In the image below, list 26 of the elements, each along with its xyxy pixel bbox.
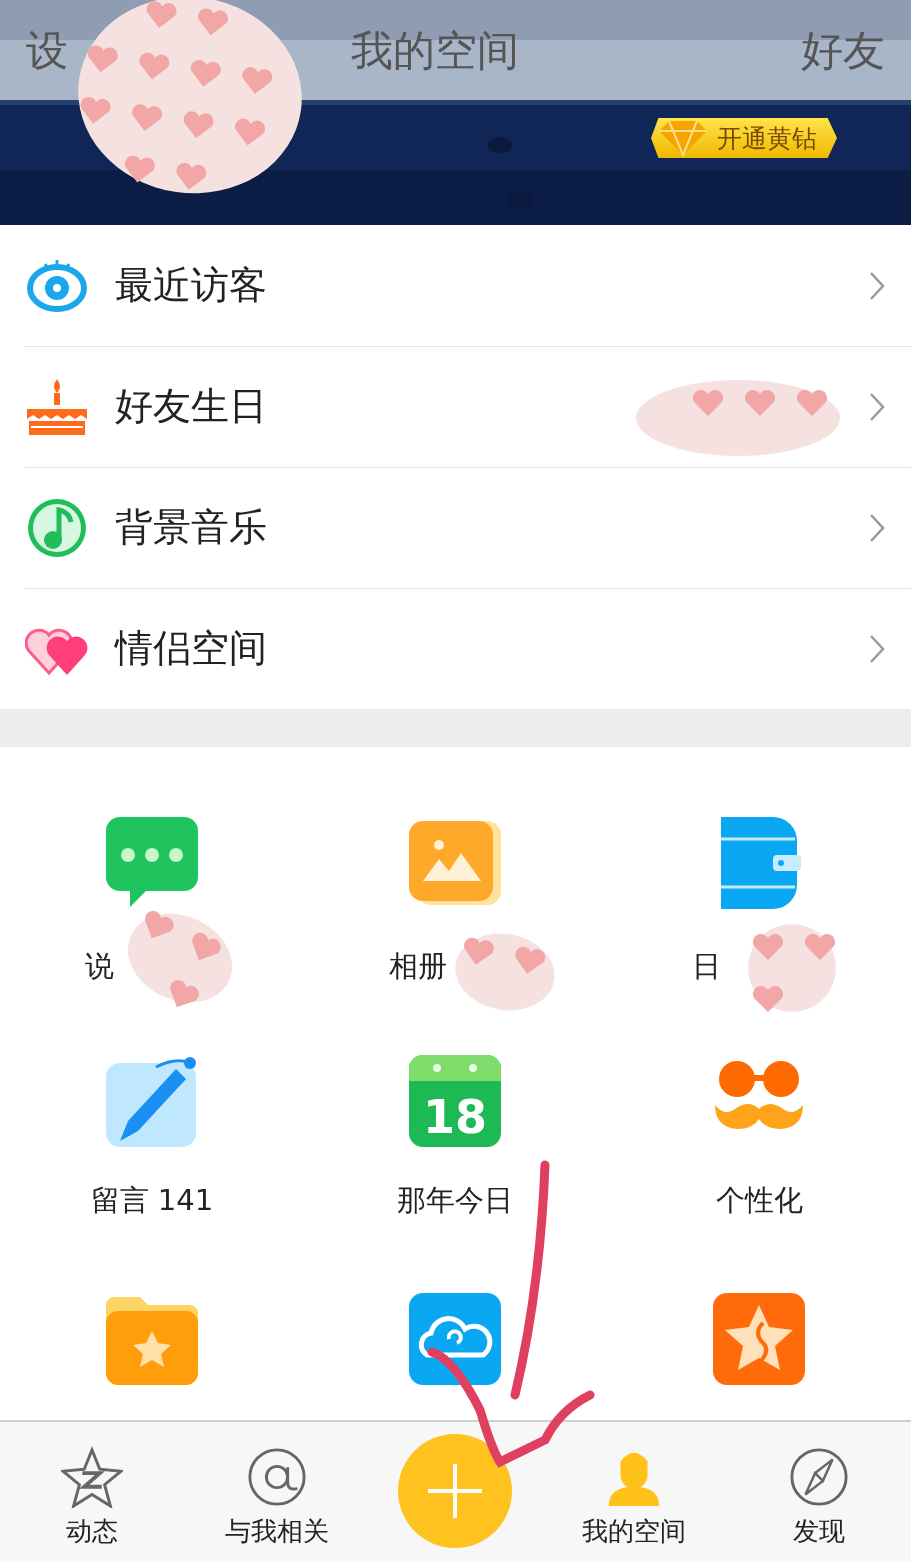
star-icon xyxy=(61,1446,124,1508)
settings-link[interactable]: 设 xyxy=(26,23,68,79)
nav-tab[interactable]: 与我相关 xyxy=(184,1422,370,1550)
menu-item[interactable]: 好友生日 xyxy=(115,381,868,432)
cloud-icon xyxy=(409,1293,502,1385)
pen-icon xyxy=(105,1055,198,1147)
nav-tab[interactable]: 我的空间 xyxy=(541,1422,727,1550)
feature-label[interactable]: 个性化 xyxy=(715,1181,803,1221)
plus-icon xyxy=(398,1434,513,1548)
feature-label[interactable]: 说 xyxy=(85,947,114,987)
feature-label[interactable]: 那年今日 xyxy=(397,1181,514,1221)
feature-label[interactable]: 相册 xyxy=(388,947,447,987)
menu-item[interactable]: 背景音乐 xyxy=(115,502,868,553)
vip-badge-button[interactable]: 开通黄钻 xyxy=(651,118,837,158)
compass-icon xyxy=(787,1446,850,1508)
feature-label[interactable]: 留言 141 xyxy=(90,1181,214,1221)
nav-tab[interactable]: 动态 xyxy=(0,1422,185,1550)
menu-item[interactable]: 情侣空间 xyxy=(115,623,868,674)
at-sign-icon xyxy=(245,1446,308,1508)
chat-bubble-icon xyxy=(105,817,198,909)
page-title: 我的空间 xyxy=(350,25,519,77)
friends-link[interactable]: 好友 xyxy=(801,23,885,79)
menu-item[interactable]: 最近访客 xyxy=(115,260,868,311)
calendar-icon: 18 xyxy=(409,1055,502,1147)
feature-label[interactable]: 日 xyxy=(692,947,722,987)
nav-tab[interactable]: 发现 xyxy=(726,1422,911,1550)
